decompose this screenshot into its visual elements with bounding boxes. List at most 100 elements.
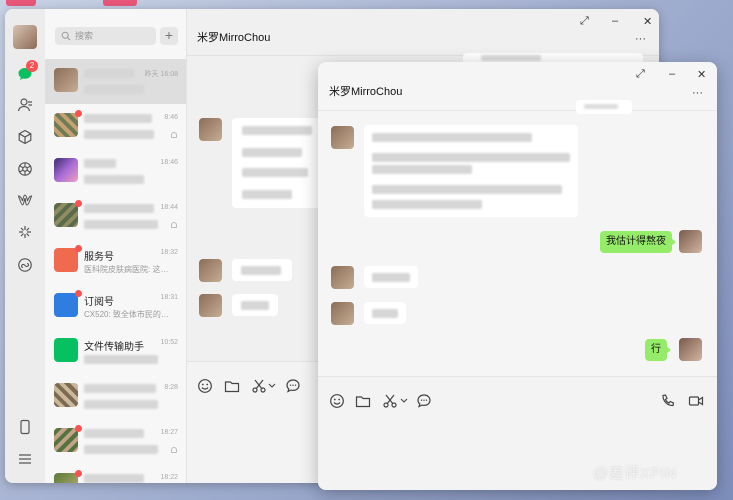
contact-avatar: [199, 294, 222, 317]
list-item[interactable]: 18:22: [45, 464, 186, 483]
preview-redacted: [84, 400, 158, 409]
unread-dot: [75, 470, 82, 477]
mute-icon: [171, 222, 177, 228]
channels-icon[interactable]: [15, 190, 35, 210]
message-bubble: [364, 266, 418, 288]
video-call-icon[interactable]: [688, 393, 704, 409]
message-redacted: [242, 168, 308, 177]
item-name: 文件传输助手: [84, 342, 144, 353]
popup-chat-window: 米罗MirroChou ⤢ – ✕ ··· 我估计得熬夜 行: [318, 62, 717, 490]
nav-rail: 2: [5, 9, 45, 483]
message-redacted: [242, 148, 302, 157]
item-preview: CX520: 致全体市民的一...: [84, 310, 174, 319]
chevron-down-icon[interactable]: [267, 378, 277, 394]
item-time: 18:27: [160, 429, 178, 436]
subscription-icon: [54, 293, 78, 317]
list-item[interactable]: 文件传输助手 10:52: [45, 329, 186, 374]
group-avatar: [54, 428, 78, 452]
mini-programs-icon[interactable]: [15, 255, 35, 275]
chats-icon[interactable]: 2: [15, 60, 38, 84]
my-avatar: [679, 230, 702, 253]
item-time: 18:31: [160, 294, 178, 301]
message-bubble: [364, 125, 578, 217]
chat-history-icon[interactable]: [416, 393, 432, 409]
preview-redacted: [84, 355, 158, 364]
more-icon[interactable]: ···: [692, 87, 703, 99]
message-bubble: [364, 302, 406, 324]
preview-redacted: [84, 220, 158, 229]
restore-icon[interactable]: ⤢: [636, 68, 645, 81]
folder-icon[interactable]: [224, 378, 240, 394]
restore-icon[interactable]: ⤢: [580, 15, 589, 28]
chevron-down-icon[interactable]: [399, 393, 409, 409]
my-avatar: [679, 338, 702, 361]
item-time: 18:32: [160, 249, 178, 256]
mute-icon: [171, 132, 177, 138]
more-icon[interactable]: ···: [635, 33, 646, 45]
list-item[interactable]: 18:44: [45, 194, 186, 239]
voice-call-icon[interactable]: [660, 393, 676, 409]
watermark: @差评XPIN: [593, 465, 677, 482]
search-icon: [61, 31, 71, 41]
list-item[interactable]: 订阅号 CX520: 致全体市民的一... 18:31: [45, 284, 186, 329]
message-bubble: [232, 118, 322, 208]
message-redacted: [241, 301, 269, 310]
name-redacted: [84, 474, 144, 483]
unread-dot: [75, 200, 82, 207]
search-input[interactable]: 搜索: [55, 27, 156, 45]
message-redacted: [372, 165, 472, 174]
list-item[interactable]: 18:46: [45, 149, 186, 194]
contact-avatar: [331, 302, 354, 325]
scissors-icon[interactable]: [251, 378, 267, 394]
scissors-icon[interactable]: [382, 393, 398, 409]
message-redacted: [584, 104, 618, 109]
list-item[interactable]: 服务号 医科院皮肤病医院: 这个... 18:32: [45, 239, 186, 284]
preview-redacted: [84, 130, 154, 139]
item-time: 8:28: [164, 384, 178, 391]
list-item[interactable]: 8:28: [45, 374, 186, 419]
name-redacted: [84, 204, 154, 213]
minimize-icon[interactable]: –: [669, 68, 675, 80]
group-avatar: [54, 383, 78, 407]
message-redacted: [241, 266, 281, 275]
contacts-icon[interactable]: [15, 95, 35, 115]
moments-icon[interactable]: [15, 159, 35, 179]
close-icon[interactable]: ✕: [643, 15, 652, 28]
add-button[interactable]: +: [160, 27, 178, 45]
phone-icon[interactable]: [15, 417, 35, 437]
chat-history-icon[interactable]: [285, 378, 301, 394]
xiaohongshu-tab-label: [103, 0, 137, 6]
emoji-icon[interactable]: [197, 378, 213, 394]
item-time: 18:44: [160, 204, 178, 211]
avatar[interactable]: [13, 25, 37, 49]
contact-avatar: [199, 118, 222, 141]
item-time: 18:22: [160, 474, 178, 481]
close-icon[interactable]: ✕: [697, 68, 706, 81]
unread-dot: [75, 110, 82, 117]
list-item[interactable]: 8:46: [45, 104, 186, 149]
search-placeholder: 搜索: [75, 31, 94, 41]
desktop-top-strip: [0, 0, 733, 8]
message-redacted: [372, 153, 570, 162]
message-redacted: [372, 185, 562, 194]
service-account-icon: [54, 248, 78, 272]
folder-icon[interactable]: [355, 393, 371, 409]
preview-redacted: [84, 85, 144, 94]
message-bubble: [232, 259, 292, 281]
minimize-icon[interactable]: –: [612, 15, 618, 27]
discover-icon[interactable]: [15, 222, 35, 242]
item-name: 服务号: [84, 252, 114, 263]
message-redacted: [372, 133, 532, 142]
item-time: 18:46: [160, 159, 178, 166]
list-item[interactable]: 18:27: [45, 419, 186, 464]
emoji-icon[interactable]: [329, 393, 345, 409]
menu-icon[interactable]: [15, 449, 35, 469]
contact-avatar: [331, 126, 354, 149]
mute-icon: [171, 447, 177, 453]
favorites-icon[interactable]: [15, 127, 35, 147]
popup-chat-title: 米罗MirroChou: [329, 86, 403, 98]
list-item[interactable]: 昨天 16:08: [45, 59, 186, 104]
item-time: 昨天 16:08: [144, 71, 178, 78]
message-bubble: [576, 100, 632, 114]
group-avatar: [54, 113, 78, 137]
